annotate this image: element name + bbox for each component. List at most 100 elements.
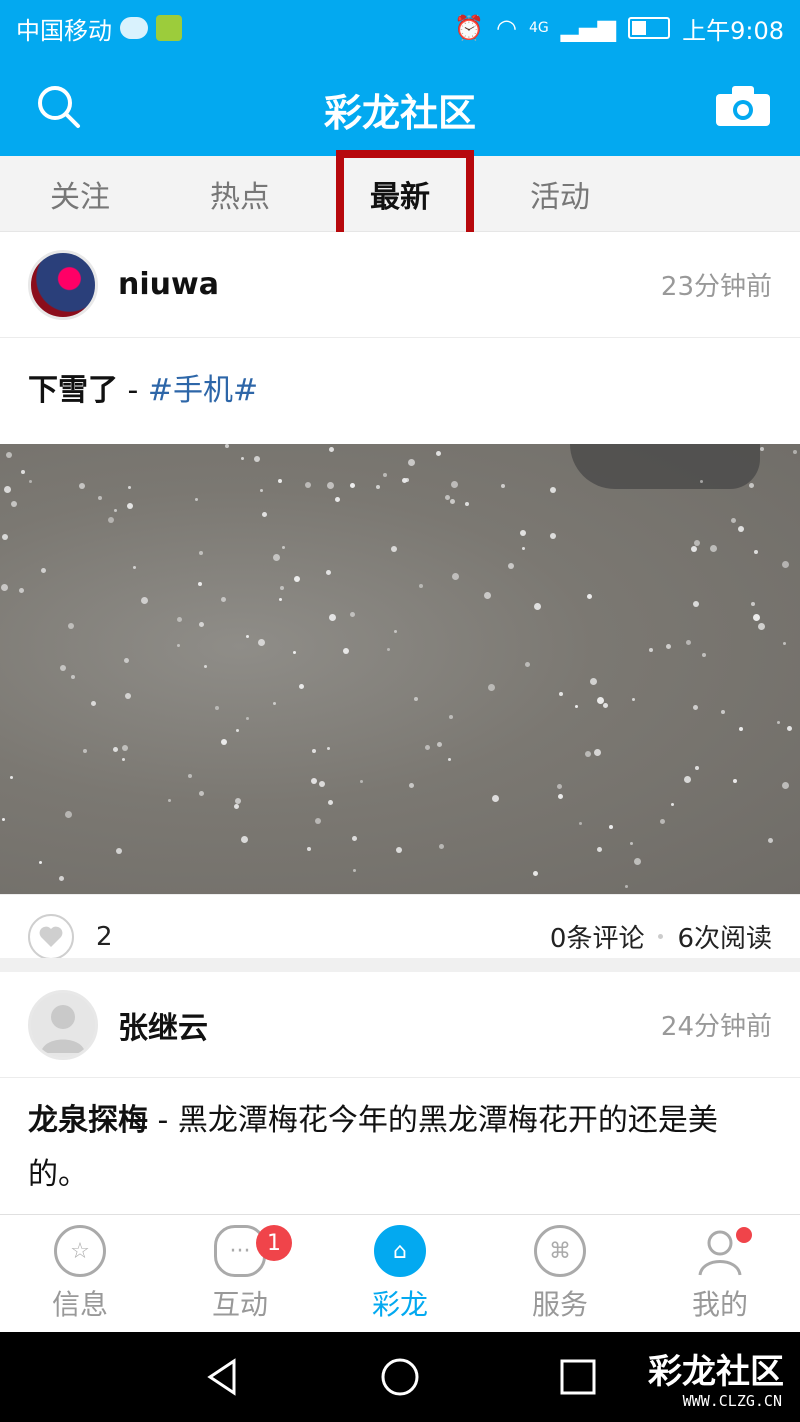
tab-activity[interactable]: 活动 — [480, 156, 640, 232]
comment-count[interactable]: 0条评论 — [550, 918, 645, 955]
wechat-icon — [120, 17, 148, 39]
snowflake — [575, 705, 578, 708]
snowflake — [733, 779, 737, 783]
notification-badge: 1 — [256, 1225, 292, 1261]
default-avatar-icon — [41, 1004, 85, 1053]
nav-label: 信息 — [51, 1288, 108, 1321]
snowflake — [451, 481, 458, 488]
snowflake — [691, 546, 697, 552]
snowflake — [383, 473, 387, 477]
nav-label: 彩龙 — [371, 1288, 428, 1321]
carrier-label: 中国移动 — [16, 16, 112, 45]
network-label: 4G — [528, 20, 549, 36]
post-card: niuwa 23分钟前 下雪了 - #手机# 2 0条评论 6次阅读 — [0, 232, 800, 978]
post-image[interactable] — [0, 444, 800, 894]
snowflake — [198, 582, 202, 586]
like-button[interactable] — [28, 913, 74, 960]
post-title[interactable]: 下雪了 - #手机# — [0, 338, 800, 444]
snowflake — [312, 749, 316, 753]
snowflake — [29, 480, 32, 483]
tab-hot[interactable]: 热点 — [160, 156, 320, 232]
snowflake — [649, 648, 653, 652]
snowflake — [177, 617, 182, 622]
snowflake — [168, 799, 171, 802]
snowflake — [127, 503, 133, 509]
topic-tag[interactable]: #手机# — [148, 373, 258, 408]
post-title-text: 龙泉探梅 — [28, 1103, 148, 1138]
snowflake — [550, 487, 556, 493]
snowflake — [710, 545, 717, 552]
snowflake — [293, 651, 296, 654]
back-icon[interactable] — [202, 1357, 242, 1397]
snowflake — [520, 530, 526, 536]
snowflake — [327, 482, 334, 489]
avatar[interactable] — [28, 989, 98, 1060]
snowflake — [768, 838, 773, 843]
camera-icon[interactable] — [716, 86, 770, 126]
snowflake — [122, 745, 128, 751]
snowflake — [702, 653, 706, 657]
snowflake — [215, 706, 219, 710]
snowflake — [751, 602, 755, 606]
snowflake — [783, 642, 786, 645]
nav-interaction[interactable]: ··· 互动 1 — [160, 1215, 320, 1333]
nav-mine[interactable]: 我的 — [640, 1215, 800, 1333]
snowflake — [585, 751, 591, 757]
snowflake — [782, 561, 789, 568]
snowflake — [328, 800, 333, 805]
snowflake — [225, 444, 229, 448]
snowflake — [666, 644, 671, 649]
snowflake — [279, 598, 282, 601]
snowflake — [437, 742, 442, 747]
author-name[interactable]: niuwa — [118, 267, 219, 302]
snowflake — [98, 496, 102, 500]
alarm-icon: ⏰ — [454, 14, 484, 42]
snowflake — [409, 783, 414, 788]
post-title[interactable]: 龙泉探梅 - 黑龙潭梅花今年的黑龙潭梅花开的还是美的。 — [0, 1078, 800, 1228]
snowflake — [594, 749, 601, 756]
snowflake — [777, 721, 780, 724]
snowflake — [299, 684, 304, 689]
snowflake — [597, 847, 602, 852]
snowflake — [329, 447, 334, 452]
snowflake — [695, 766, 699, 770]
snowflake — [352, 836, 357, 841]
avatar[interactable] — [28, 249, 98, 320]
wifi-icon: ◠ — [496, 14, 517, 42]
nav-service[interactable]: ⌘ 服务 — [480, 1215, 640, 1333]
star-icon: ☆ — [54, 1225, 106, 1277]
nav-info[interactable]: ☆ 信息 — [0, 1215, 160, 1333]
snowflake — [188, 774, 192, 778]
snowflake — [754, 550, 758, 554]
snowflake — [335, 497, 340, 502]
snowflake — [450, 499, 455, 504]
post-time: 24分钟前 — [660, 1012, 772, 1042]
tab-follow[interactable]: 关注 — [0, 156, 160, 232]
snowflake — [758, 623, 765, 630]
snowflake — [749, 483, 754, 488]
snowflake — [396, 847, 402, 853]
author-name[interactable]: 张继云 — [118, 1003, 208, 1047]
title-separator: - — [118, 373, 148, 408]
snowflake — [501, 484, 505, 488]
snowflake — [343, 648, 349, 654]
snowflake — [241, 836, 248, 843]
nav-cailong[interactable]: ⌂ 彩龙 — [320, 1215, 480, 1333]
snowflake — [753, 614, 760, 621]
snowflake — [671, 803, 674, 806]
recent-apps-icon[interactable] — [558, 1357, 598, 1397]
post-header: niuwa 23分钟前 — [0, 232, 800, 338]
snowflake — [262, 512, 267, 517]
snowflake — [394, 630, 397, 633]
snowflake — [449, 715, 453, 719]
snowflake — [91, 701, 96, 706]
red-dot-indicator — [736, 1227, 752, 1243]
snowflake — [738, 526, 744, 532]
snowflake — [787, 726, 792, 731]
snowflake — [360, 780, 363, 783]
snowflake — [405, 478, 409, 482]
grid-icon: ⌘ — [534, 1225, 586, 1277]
snowflake — [241, 457, 244, 460]
read-count: 6次阅读 — [677, 924, 772, 954]
home-circle-icon[interactable] — [380, 1357, 420, 1397]
